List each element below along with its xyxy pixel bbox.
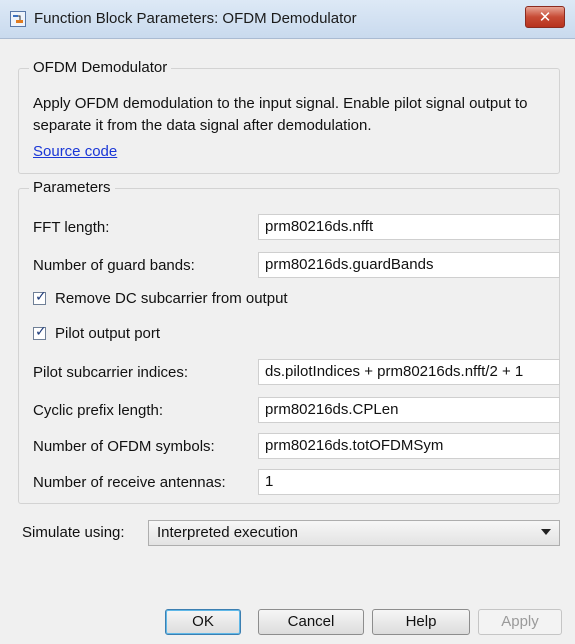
rx-antennas-field[interactable]: 1	[258, 469, 560, 495]
cp-length-field[interactable]: prm80216ds.CPLen	[258, 397, 560, 423]
guard-bands-field[interactable]: prm80216ds.guardBands	[258, 252, 560, 278]
block-description: Apply OFDM demodulation to the input sig…	[33, 95, 528, 134]
guard-bands-label: Number of guard bands:	[33, 257, 195, 274]
pilot-indices-label: Pilot subcarrier indices:	[33, 364, 189, 381]
pilot-port-checkbox[interactable]: ✓	[33, 323, 47, 340]
checkmark-icon: ✓	[35, 323, 47, 339]
chevron-down-icon	[541, 529, 551, 535]
checkmark-icon: ✓	[35, 288, 47, 304]
block-group-legend: OFDM Demodulator	[29, 59, 172, 76]
simulink-block-icon	[10, 11, 26, 27]
title-bar[interactable]: Function Block Parameters: OFDM Demodula…	[0, 0, 575, 39]
cancel-button[interactable]: Cancel	[258, 609, 364, 635]
block-description-group: OFDM Demodulator Apply OFDM demodulation…	[18, 59, 560, 174]
parameters-group-legend: Parameters	[29, 179, 115, 196]
apply-button: Apply	[478, 609, 562, 635]
close-button[interactable]: ✕	[525, 6, 565, 28]
remove-dc-checkbox[interactable]: ✓	[33, 288, 47, 305]
ofdm-symbols-label: Number of OFDM symbols:	[33, 438, 215, 455]
simulate-using-dropdown[interactable]: Interpreted execution	[148, 520, 560, 546]
ok-button[interactable]: OK	[165, 609, 241, 635]
simulate-using-value: Interpreted execution	[157, 524, 298, 541]
dialog-window: Function Block Parameters: OFDM Demodula…	[0, 0, 575, 644]
rx-antennas-label: Number of receive antennas:	[33, 474, 226, 491]
source-code-link[interactable]: Source code	[33, 143, 117, 160]
help-button[interactable]: Help	[372, 609, 470, 635]
remove-dc-label: Remove DC subcarrier from output	[55, 290, 288, 307]
fft-length-field[interactable]: prm80216ds.nfft	[258, 214, 560, 240]
ofdm-symbols-field[interactable]: prm80216ds.totOFDMSym	[258, 433, 560, 459]
window-title: Function Block Parameters: OFDM Demodula…	[34, 10, 357, 27]
pilot-port-label: Pilot output port	[55, 325, 161, 342]
cp-length-label: Cyclic prefix length:	[33, 402, 164, 419]
fft-length-label: FFT length:	[33, 219, 110, 236]
simulate-using-label: Simulate using:	[22, 524, 125, 541]
pilot-indices-field[interactable]: ds.pilotIndices + prm80216ds.nfft/2 + 1	[258, 359, 560, 385]
